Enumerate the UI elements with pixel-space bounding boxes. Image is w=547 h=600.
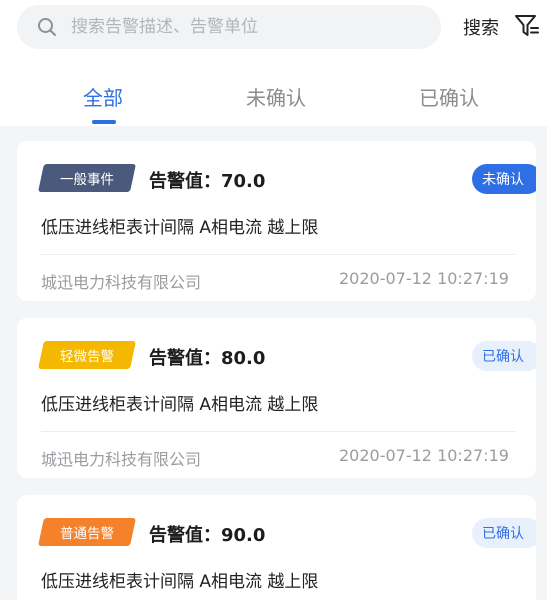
tab-unconfirmed[interactable]: 未确认	[246, 82, 306, 111]
alarm-company: 城迅电力科技有限公司	[41, 450, 202, 469]
alarm-time: 2020-07-12 10:27:19	[339, 269, 509, 288]
alarm-description: 低压进线柜表计间隔 A相电流 越上限	[41, 218, 319, 238]
alarm-value-label: 告警值：	[149, 525, 221, 546]
divider	[41, 254, 515, 255]
alarm-time: 2020-07-12 10:27:19	[339, 446, 509, 465]
search-input[interactable]	[71, 17, 411, 37]
alarm-value-label: 告警值：	[149, 171, 221, 192]
alarm-card[interactable]: 一般事件 告警值：70.0 未确认 低压进线柜表计间隔 A相电流 越上限 城迅电…	[17, 141, 536, 301]
tab-active-indicator	[92, 120, 116, 124]
status-badge: 未确认	[472, 164, 536, 194]
alarm-level-label: 轻微告警	[60, 349, 114, 365]
divider	[41, 431, 515, 432]
alarm-company: 城迅电力科技有限公司	[41, 273, 202, 292]
alarm-value: 告警值：70.0	[149, 167, 265, 193]
alarm-value-number: 70.0	[221, 171, 266, 192]
alarm-level-badge: 一般事件	[38, 164, 136, 192]
tab-all[interactable]: 全部	[83, 82, 123, 111]
header: 搜索 全部 未确认 已确认	[0, 0, 547, 126]
status-badge: 已确认	[472, 341, 536, 371]
alarm-level-label: 一般事件	[60, 172, 114, 188]
filter-icon[interactable]	[514, 13, 540, 39]
status-badge: 已确认	[472, 518, 536, 548]
alarm-value-number: 80.0	[221, 348, 266, 369]
search-bar: 搜索	[0, 0, 547, 56]
tab-bar: 全部 未确认 已确认	[0, 72, 547, 126]
alarm-card[interactable]: 轻微告警 告警值：80.0 已确认 低压进线柜表计间隔 A相电流 越上限 城迅电…	[17, 318, 536, 478]
search-box[interactable]	[17, 5, 441, 49]
alarm-value-number: 90.0	[221, 525, 266, 546]
alarm-level-label: 普通告警	[60, 526, 114, 542]
tab-confirmed[interactable]: 已确认	[419, 82, 479, 111]
alarm-description: 低压进线柜表计间隔 A相电流 越上限	[41, 395, 319, 415]
alarm-value: 告警值：80.0	[149, 344, 265, 370]
search-icon	[38, 18, 56, 36]
alarm-description: 低压进线柜表计间隔 A相电流 越上限	[41, 572, 319, 592]
alarm-level-badge: 轻微告警	[38, 341, 136, 369]
alarm-value: 告警值：90.0	[149, 521, 265, 547]
alarm-level-badge: 普通告警	[38, 518, 136, 546]
search-button[interactable]: 搜索	[463, 14, 499, 40]
alarm-card[interactable]: 普通告警 告警值：90.0 已确认 低压进线柜表计间隔 A相电流 越上限	[17, 495, 536, 600]
alarm-value-label: 告警值：	[149, 348, 221, 369]
